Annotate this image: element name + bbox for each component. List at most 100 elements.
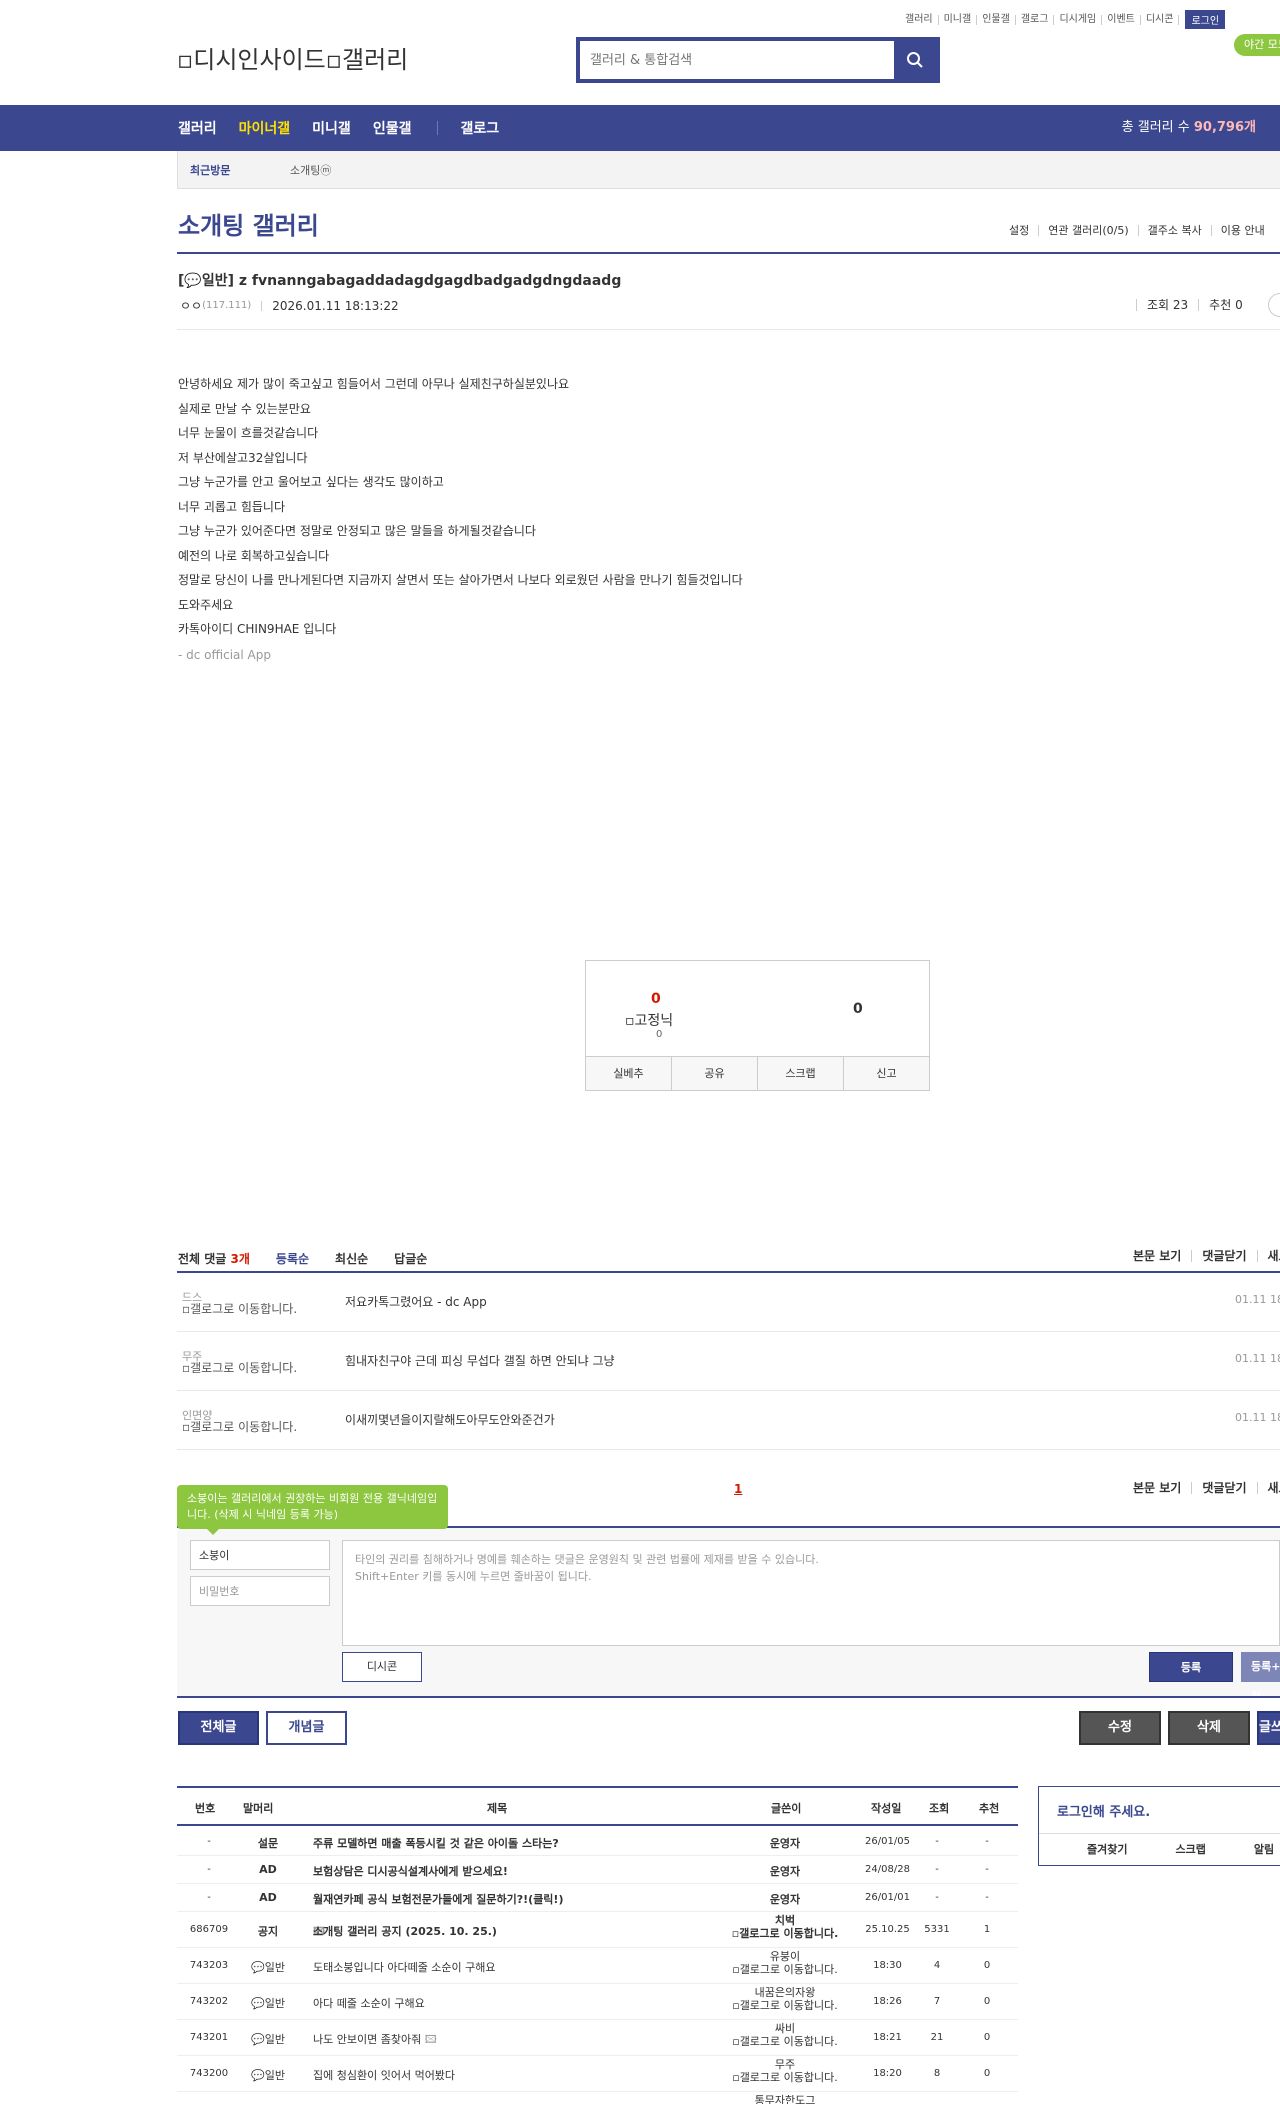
nav-minor-gallery[interactable]: 마이너갤 xyxy=(239,118,291,138)
real-best-button[interactable]: 실베추 xyxy=(586,1057,671,1090)
login-prompt[interactable]: 로그인해 주세요. xyxy=(1057,1801,1150,1820)
sort-registered[interactable]: 등록순 xyxy=(276,1250,309,1267)
related-gallery-link[interactable]: 연관 갤러리(0/5) xyxy=(1038,225,1137,236)
comment-date: 01.11 18:17:12 xyxy=(1235,1411,1280,1424)
nav-mini-gallery[interactable]: 미니갤 xyxy=(312,118,351,138)
post-author[interactable]: ㅇㅇ xyxy=(180,297,202,314)
comment-item: 인면양 ▫갤로그로 이동합니다. 이새끼몇년을이지랄해도아무도안와준건가 01.… xyxy=(177,1391,1280,1450)
top-link-gallery[interactable]: 갤러리 xyxy=(900,14,939,25)
report-button[interactable]: 신고 xyxy=(843,1057,929,1090)
gallog-image[interactable]: ▫갤로그로 이동합니다. xyxy=(182,1362,312,1374)
top-link-dccon[interactable]: 디시콘 xyxy=(1141,14,1180,25)
close-comments-link[interactable]: 댓글닫기 xyxy=(1191,1250,1256,1262)
next-row-writer[interactable]: 통무자한도그 xyxy=(720,2092,850,2104)
recommend-down-count[interactable]: 0 xyxy=(853,1001,863,1017)
search-input[interactable] xyxy=(580,41,894,79)
table-row[interactable]: - 설문 주류 모델하면 매출 폭등시킬 것 같은 아이돌 스타는? 운영자 2… xyxy=(177,1828,1018,1856)
edit-button[interactable]: 수정 xyxy=(1079,1711,1161,1745)
broken-image-icon: ▫ xyxy=(732,1999,740,2012)
comment-tools-bottom: 본문 보기 댓글닫기 새로고침 xyxy=(1123,1482,1280,1494)
nav-divider xyxy=(437,121,439,135)
col-date: 작성일 xyxy=(871,1802,902,1815)
table-row[interactable]: 743203 💬일반 도태소붕입니다 아다떼줄 소순이 구해요 유붕이 ▫갤로그로… xyxy=(177,1948,1018,1984)
refresh-comments-link[interactable]: 새로고침 xyxy=(1256,1482,1280,1494)
write-button[interactable]: 글쓰기 xyxy=(1257,1711,1280,1745)
top-link-gallog[interactable]: 갤로그 xyxy=(1016,14,1055,25)
post-body-line: 예전의 나로 회복하고싶습니다 xyxy=(178,548,330,563)
post-link[interactable]: 보험상담은 디시공식설계사에게 받으세요! xyxy=(313,1863,508,1879)
top-link-dcgame[interactable]: 디시게임 xyxy=(1054,14,1103,25)
table-row[interactable]: - AD 월재연카페 공식 보험전문가들에게 질문하기?!(클릭!) 운영자 2… xyxy=(177,1884,1018,1912)
broken-image-icon: ▫ xyxy=(325,46,343,74)
comment-header: 전체 댓글 3개 등록순 최신순 답글순 xyxy=(178,1250,427,1267)
broken-image-icon: ▫ xyxy=(732,2071,740,2084)
top-link-event[interactable]: 이벤트 xyxy=(1102,14,1141,25)
table-row[interactable]: 743201 💬일반 나도 안보이면 좀찾아줘 🖾 싸비 ▫갤로그로 이동합니다.… xyxy=(177,2020,1018,2056)
site-logo[interactable]: ▫디시인사이드▫갤러리 xyxy=(177,40,408,75)
comment-page-1[interactable]: 1 xyxy=(734,1482,742,1496)
post-link[interactable]: 집에 청심환이 잇어서 먹어봤다 xyxy=(313,2067,455,2083)
post-link[interactable]: 소개팅 갤러리 공지 (2025. 10. 25.) 🖾 xyxy=(313,1923,497,1942)
table-row[interactable]: 743200 💬일반 집에 청심환이 잇어서 먹어봤다 무주 ▫갤로그로 이동합니… xyxy=(177,2056,1018,2092)
post-link[interactable]: 월재연카페 공식 보험전문가들에게 질문하기?!(클릭!) xyxy=(313,1891,563,1907)
table-row[interactable]: 686709 공지 소개팅 갤러리 공지 (2025. 10. 25.) 🖾 치… xyxy=(177,1912,1018,1948)
password-field[interactable]: 비밀번호 xyxy=(190,1576,330,1606)
post-link[interactable]: 나도 안보이면 좀찾아줘 🖾 xyxy=(313,2031,437,2050)
login-box: 로그인해 주세요. 즐겨찾기 스크랩 알림 xyxy=(1038,1786,1280,1866)
all-posts-button[interactable]: 전체글 xyxy=(178,1711,259,1745)
scrap-button[interactable]: 스크랩 xyxy=(757,1057,843,1090)
login-button[interactable]: 로그인 xyxy=(1185,10,1226,29)
post-link[interactable]: 주류 모델하면 매출 폭등시킬 것 같은 아이돌 스타는? xyxy=(313,1835,559,1851)
sort-latest[interactable]: 최신순 xyxy=(335,1250,368,1267)
scrap-link[interactable]: 스크랩 xyxy=(1175,1834,1205,1865)
close-comments-link[interactable]: 댓글닫기 xyxy=(1191,1482,1256,1494)
writer-cell[interactable]: 싸비 ▫갤로그로 이동합니다. xyxy=(720,2022,850,2048)
top-link-persongall[interactable]: 인물갤 xyxy=(977,14,1016,25)
post-body-line: 그냥 누군가 있어준다면 정말로 안정되고 많은 말들을 하게될것같습니다 xyxy=(178,524,536,538)
table-row[interactable]: - AD 보험상담은 디시공식설계사에게 받으세요! 운영자 24/08/28 … xyxy=(177,1856,1018,1884)
search-button[interactable] xyxy=(894,41,936,79)
recent-visit-title: 최근방문 xyxy=(190,163,231,177)
notification-link[interactable]: 알림 xyxy=(1254,1834,1274,1865)
comment-textarea[interactable]: 타인의 권리를 침해하거나 명예를 훼손하는 댓글은 운영원칙 및 관련 법률에… xyxy=(342,1540,1280,1646)
post-link[interactable]: 도태소붕입니다 아다떼줄 소순이 구해요 xyxy=(313,1959,496,1975)
nav-gallog[interactable]: 갤로그 xyxy=(460,118,499,138)
dccon-button[interactable]: 디시콘 xyxy=(342,1652,422,1682)
table-row[interactable]: 743202 💬일반 아다 떼줄 소순이 구해요 내꿈은의자왕 ▫갤로그로 이동합… xyxy=(177,1984,1018,2020)
comment-item: 드스 ▫갤로그로 이동합니다. 저요카톡그렸어요 - dc App 01.11 … xyxy=(177,1273,1280,1332)
writer-cell[interactable]: 내꿈은의자왕 ▫갤로그로 이동합니다. xyxy=(720,1986,850,2012)
more-options-icon[interactable] xyxy=(1268,293,1280,317)
recommend-up-count[interactable]: 0 xyxy=(651,991,661,1007)
broken-image-icon: ▫ xyxy=(177,46,194,74)
recommend-box: 0 ▫고정닉 0 0 실베추 공유 스크랩 신고 xyxy=(585,960,930,1091)
usage-guide-link[interactable]: 이용 안내 xyxy=(1210,225,1274,236)
delete-button[interactable]: 삭제 xyxy=(1168,1711,1250,1745)
submit-button[interactable]: 등록 xyxy=(1149,1652,1233,1682)
recent-visit-item[interactable]: 소개팅ⓜ xyxy=(290,162,331,178)
writer-cell[interactable]: 유붕이 ▫갤로그로 이동합니다. xyxy=(720,1950,850,1976)
share-button[interactable]: 공유 xyxy=(671,1057,757,1090)
comment-item: 무주 ▫갤로그로 이동합니다. 힘내자친구야 근데 피싱 무섭다 갤질 하면 안… xyxy=(177,1332,1280,1391)
name-field[interactable]: 소붕이 xyxy=(190,1540,330,1570)
top-link-minigall[interactable]: 미니갤 xyxy=(939,14,978,25)
nav-person-gallery[interactable]: 인물갤 xyxy=(373,118,412,138)
main-nav: 갤러리 마이너갤 미니갤 인물갤 갤로그 총 갤러리 수 90,796개 xyxy=(0,105,1280,151)
favorites-link[interactable]: 즐겨찾기 xyxy=(1087,1834,1127,1865)
view-body-link[interactable]: 본문 보기 xyxy=(1123,1250,1191,1262)
gallog-image[interactable]: ▫갤로그로 이동합니다. xyxy=(182,1421,312,1433)
refresh-comments-link[interactable]: 새로고침 xyxy=(1256,1250,1280,1262)
gallery-settings-link[interactable]: 설정 xyxy=(1000,225,1038,236)
view-body-link[interactable]: 본문 보기 xyxy=(1123,1482,1191,1494)
submit-recommend-button[interactable]: 등록+추천 xyxy=(1241,1652,1280,1703)
col-recommend: 추천 xyxy=(979,1802,1000,1815)
writer-cell[interactable]: 치벅 ▫갤로그로 이동합니다. xyxy=(720,1914,850,1940)
gallery-title[interactable]: 소개팅 갤러리 xyxy=(178,206,319,241)
sort-replies[interactable]: 답글순 xyxy=(394,1250,427,1267)
copy-gallery-url-link[interactable]: 갤주소 복사 xyxy=(1137,225,1211,236)
post-link[interactable]: 아다 떼줄 소순이 구해요 xyxy=(313,1995,425,2011)
gallog-image[interactable]: ▫갤로그로 이동합니다. xyxy=(182,1303,312,1315)
concept-posts-button[interactable]: 개념글 xyxy=(266,1711,347,1745)
writer-cell[interactable]: 무주 ▫갤로그로 이동합니다. xyxy=(720,2058,850,2084)
night-mode-toggle[interactable]: 야간 모드 xyxy=(1234,34,1280,56)
nav-gallery[interactable]: 갤러리 xyxy=(178,118,217,138)
